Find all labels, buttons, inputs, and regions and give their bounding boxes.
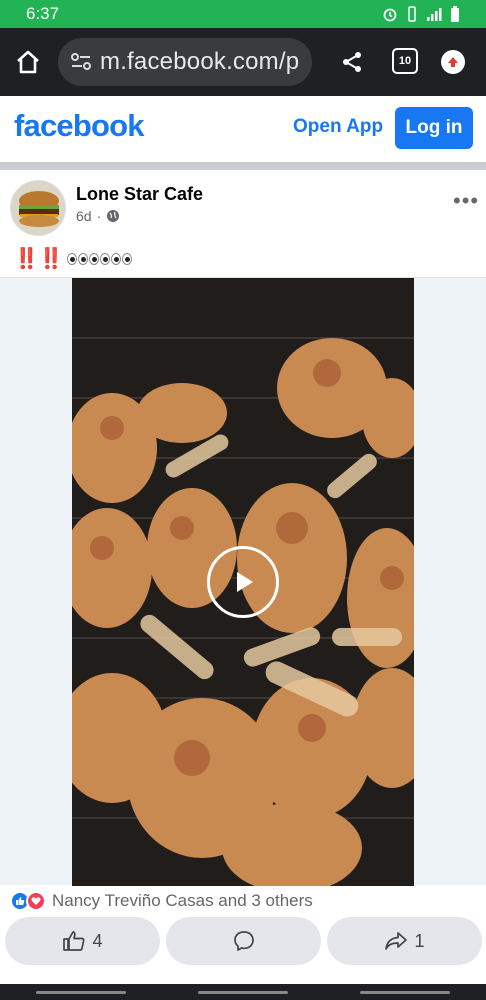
share-arrow-icon: [385, 932, 408, 950]
comment-button[interactable]: [166, 917, 321, 965]
share-post-button[interactable]: 1: [327, 917, 482, 965]
login-button[interactable]: Log in: [395, 107, 473, 149]
post-actions: 4 1: [0, 917, 486, 965]
address-bar[interactable]: m.facebook.com/p: [58, 38, 312, 86]
reaction-icons: [10, 891, 46, 911]
comment-icon: [233, 931, 254, 951]
post-age[interactable]: 6d: [76, 208, 92, 224]
home-button[interactable]: [0, 28, 56, 96]
more-icon[interactable]: •••: [453, 188, 479, 214]
facebook-logo[interactable]: facebook: [14, 108, 145, 144]
battery-icon: [451, 6, 459, 22]
facebook-header: facebook Open App Log in: [0, 96, 486, 162]
page-avatar[interactable]: [10, 180, 66, 236]
share-icon: [343, 52, 361, 72]
system-nav-bar: [0, 984, 486, 1000]
share-button[interactable]: [336, 46, 368, 78]
burger-avatar-image: [11, 181, 65, 235]
nav-back[interactable]: [360, 990, 450, 994]
reactions-summary[interactable]: Nancy Treviño Casas and 3 others: [0, 885, 486, 917]
double-exclamation-emoji: ‼️‼️: [14, 248, 64, 270]
status-icons: [382, 6, 460, 22]
update-button[interactable]: [441, 50, 465, 74]
url-text: m.facebook.com/p: [100, 48, 300, 75]
like-icon: [63, 931, 85, 951]
tabs-button[interactable]: 10: [392, 48, 418, 74]
eyes-emoji: [66, 252, 132, 265]
status-time: 6:37: [26, 4, 60, 23]
site-settings-icon[interactable]: [70, 51, 92, 73]
post-text: ‼️‼️: [14, 246, 132, 271]
reactions-text: Nancy Treviño Casas and 3 others: [52, 891, 313, 910]
post-meta: 6d ·: [76, 208, 120, 224]
status-bar: 6:37: [0, 0, 486, 28]
globe-icon: [107, 210, 120, 222]
meta-separator: ·: [96, 208, 102, 224]
update-icon: [448, 57, 458, 67]
post-header: Lone Star Cafe 6d · •••: [0, 170, 486, 240]
nav-recents[interactable]: [36, 990, 126, 994]
open-app-link[interactable]: Open App: [293, 116, 383, 138]
home-icon: [17, 50, 39, 74]
browser-toolbar: m.facebook.com/p 10: [0, 28, 486, 96]
vibrate-icon: [408, 6, 416, 22]
play-button[interactable]: [207, 546, 279, 618]
like-count: 4: [92, 930, 103, 951]
share-count: 1: [414, 930, 425, 951]
page-name[interactable]: Lone Star Cafe: [76, 184, 203, 205]
like-button[interactable]: 4: [5, 917, 160, 965]
alarm-icon: [383, 8, 397, 22]
section-divider: [0, 162, 486, 170]
play-icon: [237, 572, 253, 592]
signal-icon: [427, 8, 442, 21]
tab-count: 10: [398, 55, 412, 67]
love-reaction-icon: [26, 891, 46, 911]
nav-home[interactable]: [198, 990, 288, 994]
